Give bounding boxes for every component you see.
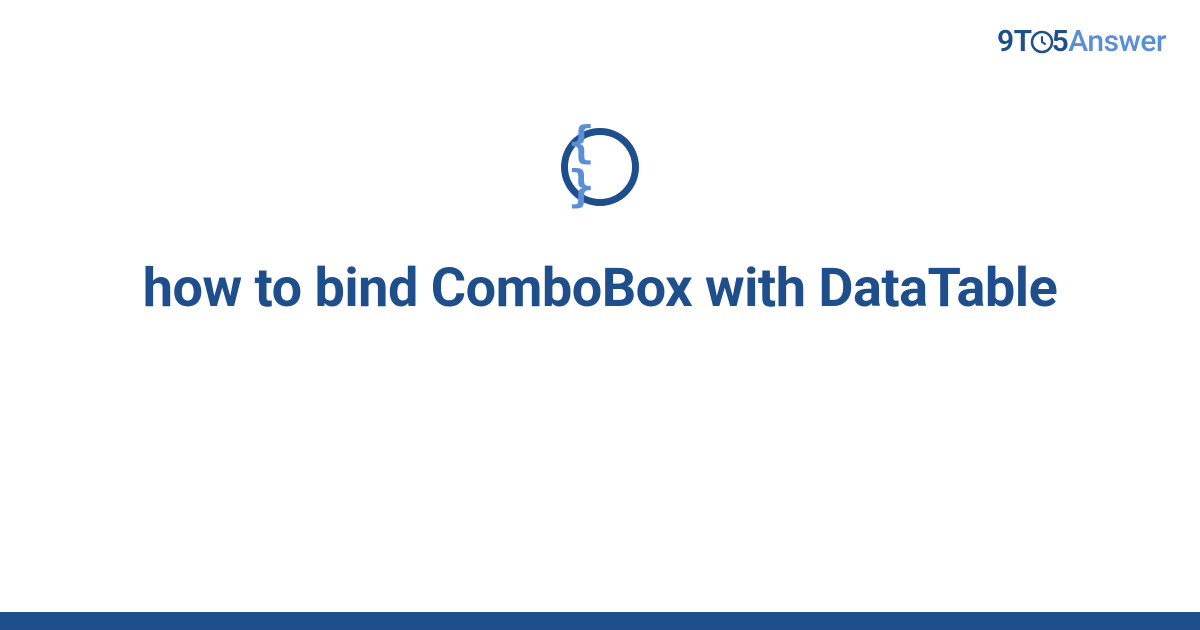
site-logo: 9T 5Answer bbox=[997, 24, 1166, 59]
logo-clock-icon bbox=[1030, 30, 1054, 54]
braces-glyph: { } bbox=[568, 121, 632, 209]
logo-answer: Answer bbox=[1068, 24, 1166, 59]
main-content: { } how to bind ComboBox with DataTable bbox=[0, 128, 1200, 323]
bottom-accent-bar bbox=[0, 612, 1200, 630]
page-title: how to bind ComboBox with DataTable bbox=[143, 254, 1058, 323]
logo-suffix: 5 bbox=[1052, 24, 1069, 59]
code-braces-icon: { } bbox=[561, 128, 639, 206]
logo-prefix: 9T bbox=[997, 24, 1032, 59]
